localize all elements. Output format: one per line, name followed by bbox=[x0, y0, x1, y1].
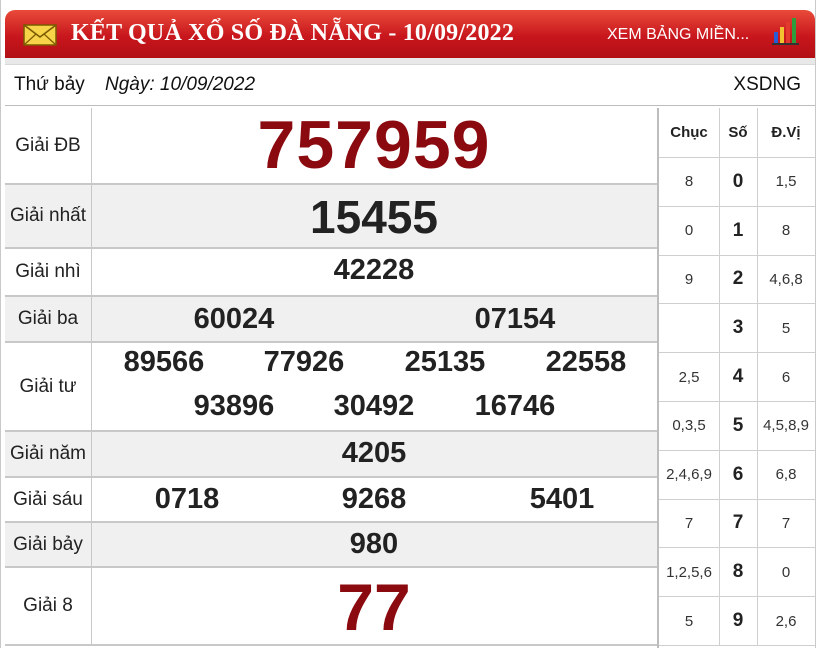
loto-chuc-cell: 1,2,5,6 bbox=[659, 548, 720, 597]
draw-info-bar: Thứ bảy Ngày: 10/09/2022 XSDNG bbox=[5, 64, 815, 106]
prize-number: 15455 bbox=[310, 191, 438, 243]
loto-digit-cell: 6 bbox=[719, 450, 758, 499]
prize-number: 77926 bbox=[263, 346, 345, 378]
prize-label: Giải tư bbox=[5, 343, 92, 430]
page-title: KẾT QUẢ XỔ SỐ ĐÀ NẴNG - 10/09/2022 bbox=[71, 20, 515, 46]
loto-digit-cell: 7 bbox=[719, 499, 758, 548]
loto-digit-cell: 8 bbox=[719, 548, 758, 597]
prize-label: Giải bảy bbox=[5, 523, 92, 566]
loto-row: 8 0 1,5 bbox=[659, 158, 815, 207]
prize-number: 42228 bbox=[333, 254, 415, 286]
prize-number: 30492 bbox=[333, 390, 415, 422]
loto-row: 2,5 4 6 bbox=[659, 353, 815, 402]
prize-number: 0718 bbox=[154, 483, 220, 515]
prize-row-fourth: Giải tư 89566 77926 25135 22558 93896 30… bbox=[5, 343, 657, 432]
loto-chuc-cell: 5 bbox=[659, 597, 720, 645]
bar-chart-icon[interactable] bbox=[771, 16, 801, 46]
loto-dvi-cell: 6 bbox=[781, 368, 791, 386]
prize-row-sixth: Giải sáu 0718 9268 5401 bbox=[5, 478, 657, 523]
loto-dvi-cell: 4,6,8 bbox=[769, 270, 803, 288]
loto-row: 2,4,6,9 6 6,8 bbox=[659, 450, 815, 500]
loto-dvi-cell: 1,5 bbox=[775, 173, 797, 191]
loto-dvi-cell: 8 bbox=[781, 222, 791, 240]
prize-label: Giải ba bbox=[5, 297, 92, 341]
loto-dvi-cell: 4,5,8,9 bbox=[763, 417, 809, 435]
prize-label: Giải ĐB bbox=[5, 108, 92, 183]
prize-row-second: Giải nhì 42228 bbox=[5, 249, 657, 297]
loto-row: 5 9 2,6 bbox=[659, 597, 815, 646]
draw-date: Ngày: 10/09/2022 bbox=[105, 74, 256, 95]
loto-header-row: Chục Số Đ.Vị bbox=[659, 108, 815, 158]
prize-number: 07154 bbox=[474, 303, 556, 335]
loto-dvi-cell: 6,8 bbox=[775, 466, 797, 484]
loto-header-so: Số bbox=[719, 108, 758, 157]
loto-digit-cell: 2 bbox=[719, 255, 758, 304]
loto-digit-cell: 1 bbox=[719, 206, 758, 255]
loto-digit-cell: 5 bbox=[719, 402, 758, 450]
loto-table: Chục Số Đ.Vị 8 0 1,5 0 1 8 9 2 4,6,8 3 5 2,5 4 6 0,3,5… bbox=[657, 108, 815, 648]
loto-header-dvi: Đ.Vị bbox=[771, 124, 801, 141]
loto-digit-cell: 0 bbox=[719, 158, 758, 206]
loto-row: 35 bbox=[659, 304, 815, 354]
prize-number: 22558 bbox=[545, 346, 627, 378]
loto-row: 9 2 4,6,8 bbox=[659, 255, 815, 305]
loto-chuc-cell: 7 bbox=[659, 499, 720, 548]
loto-chuc-cell: 8 bbox=[659, 158, 720, 206]
loto-row: 0,3,5 5 4,5,8,9 bbox=[659, 402, 815, 451]
panel-header: KẾT QUẢ XỔ SỐ ĐÀ NẴNG - 10/09/2022 XEM B… bbox=[5, 10, 815, 58]
prize-number: 757959 bbox=[257, 107, 491, 183]
prize-number: 77 bbox=[337, 570, 411, 644]
prize-label: Giải 8 bbox=[5, 568, 92, 644]
prize-number: 4205 bbox=[341, 437, 407, 469]
loto-dvi-cell: 5 bbox=[781, 319, 791, 337]
loto-digit-cell: 4 bbox=[719, 353, 758, 401]
view-region-table-link[interactable]: XEM BẢNG MIỀN... bbox=[607, 26, 749, 44]
loto-dvi-cell: 2,6 bbox=[775, 612, 797, 630]
prize-number: 16746 bbox=[474, 390, 556, 422]
loto-dvi-cell: 0 bbox=[781, 563, 791, 581]
loto-row: 01 8 bbox=[659, 206, 815, 256]
loto-chuc-cell: 2,4,6,9 bbox=[659, 450, 720, 499]
prize-number: 980 bbox=[349, 528, 399, 560]
loto-dvi-cell: 7 bbox=[781, 514, 791, 532]
prize-number: 60024 bbox=[193, 303, 275, 335]
loto-row: 1,2,5,6 8 0 bbox=[659, 548, 815, 598]
loto-chuc-cell: 0 bbox=[659, 206, 720, 255]
prize-label: Giải nhất bbox=[5, 185, 92, 247]
loto-digit-cell: 3 bbox=[719, 304, 758, 353]
prize-number: 25135 bbox=[404, 346, 486, 378]
prize-row-first: Giải nhất 15455 bbox=[5, 185, 657, 249]
prize-row-seventh: Giải bảy 980 bbox=[5, 523, 657, 568]
loto-chuc-cell: 9 bbox=[659, 255, 720, 304]
prize-table: Giải ĐB 757959 Giải nhất 15455 Giải nhì … bbox=[5, 107, 657, 648]
prize-label: Giải sáu bbox=[5, 478, 92, 521]
prize-number: 93896 bbox=[193, 390, 275, 422]
loto-chuc-cell: 2,5 bbox=[659, 353, 720, 401]
loto-chuc-cell bbox=[659, 304, 720, 353]
prize-label: Giải năm bbox=[5, 432, 92, 476]
prize-number: 89566 bbox=[123, 346, 205, 378]
loto-row: 777 bbox=[659, 499, 815, 549]
loto-digit-cell: 9 bbox=[719, 597, 758, 645]
prize-row-eighth: Giải 8 77 bbox=[5, 568, 657, 646]
loto-header-chuc: Chục bbox=[659, 108, 720, 157]
results-panel: KẾT QUẢ XỔ SỐ ĐÀ NẴNG - 10/09/2022 XEM B… bbox=[0, 0, 816, 648]
prize-row-third: Giải ba 60024 07154 bbox=[5, 297, 657, 343]
prize-row-special: Giải ĐB 757959 bbox=[5, 107, 657, 185]
prize-label: Giải nhì bbox=[5, 249, 92, 295]
lottery-code: XSDNG bbox=[733, 74, 801, 95]
prize-row-fifth: Giải năm 4205 bbox=[5, 432, 657, 478]
mail-icon bbox=[23, 24, 57, 46]
loto-chuc-cell: 0,3,5 bbox=[659, 402, 720, 450]
prize-number: 9268 bbox=[341, 483, 407, 515]
prize-number: 5401 bbox=[529, 483, 595, 515]
draw-day: Thứ bảy bbox=[14, 74, 85, 95]
